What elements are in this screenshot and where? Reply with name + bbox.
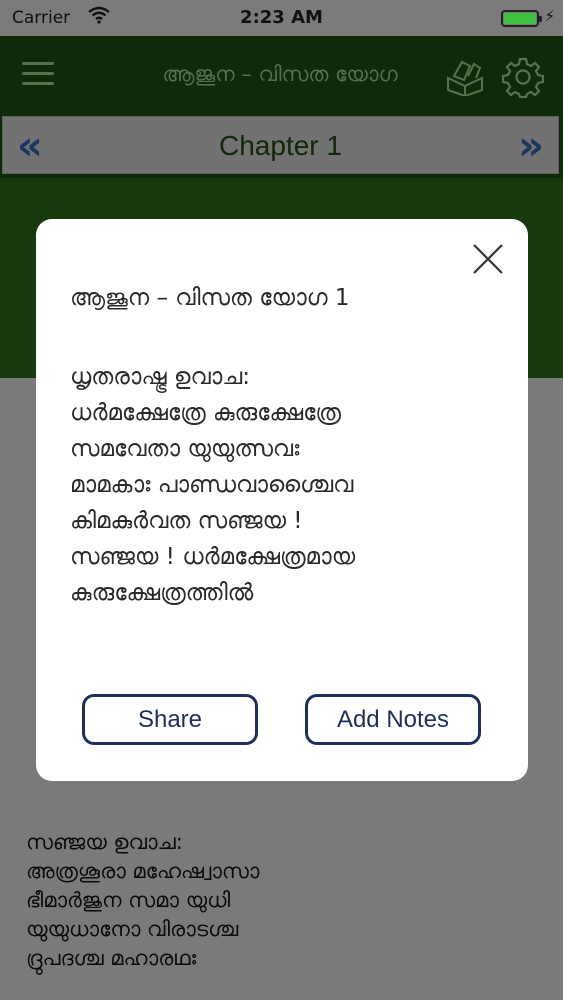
background-verse-line: ഭീമാർജുന സമാ യുധി [26, 888, 231, 912]
chapter-bar: « Chapter 1 » [0, 114, 563, 178]
status-bar: Carrier 2:23 AM ⚡ [0, 0, 563, 36]
book-icon[interactable] [444, 56, 486, 98]
verse-line: സമവേതാ യുയുത്സവഃ [70, 436, 300, 462]
dialog-title: ആജൂന – വിസത യോഗ 1 [70, 285, 350, 311]
double-chevron-right-icon[interactable]: » [518, 123, 544, 169]
nav-title: ആജൂന – വിസത യോഗ [162, 62, 398, 86]
verse-dialog: ആജൂന – വിസത യോഗ 1 ധൃതരാഷ്ട്ര ഉവാച: ധർമക്… [36, 219, 528, 781]
add-notes-button[interactable]: Add Notes [305, 694, 481, 745]
verse-line: സഞ്ജയ ! ധർമക്ഷേത്രമായ [70, 544, 356, 570]
battery-icon [501, 10, 542, 27]
charging-icon: ⚡ [544, 7, 555, 25]
verse-line: ധൃതരാഷ്ട്ര ഉവാച: [70, 364, 250, 390]
background-verse-line: ദ്രുപദശ്ച മഹാരഥഃ [26, 946, 197, 970]
hamburger-menu-icon[interactable] [22, 62, 54, 86]
verse-line: കുരുക്ഷേത്രത്തിൽ [70, 580, 254, 606]
verse-line: കിമകുർവത സഞ്ജയ ! [70, 508, 303, 534]
background-verse-line: അത്രശൂരാ മഹേഷ്വാസാ [26, 859, 260, 883]
background-verse-line: സഞ്ജയ ഉവാച: [26, 830, 183, 854]
settings-gear-icon[interactable] [501, 56, 545, 99]
status-time: 2:23 AM [240, 7, 323, 28]
verse-line: മാമകാഃ പാണ്ഡവാശ്ചൈവ [70, 472, 354, 498]
verse-line: ധർമക്ഷേത്രേ കുരുക്ഷേത്രേ [70, 400, 341, 426]
verse-text: ധൃതരാഷ്ട്ര ഉവാച: ധർമക്ഷേത്രേ കുരുക്ഷേത്ര… [70, 359, 500, 611]
chapter-selector: « Chapter 1 » [2, 116, 559, 174]
background-verse-line: യുയുധാനോ വിരാടശ്ച [26, 917, 239, 941]
share-button[interactable]: Share [82, 694, 258, 745]
background-verse: സഞ്ജയ ഉവാച: അത്രശൂരാ മഹേഷ്വാസാ ഭീമാർജുന … [26, 828, 259, 973]
close-icon[interactable] [470, 241, 506, 277]
nav-bar: ആജൂന – വിസത യോഗ [0, 36, 563, 114]
chapter-title: Chapter 1 [219, 130, 342, 161]
